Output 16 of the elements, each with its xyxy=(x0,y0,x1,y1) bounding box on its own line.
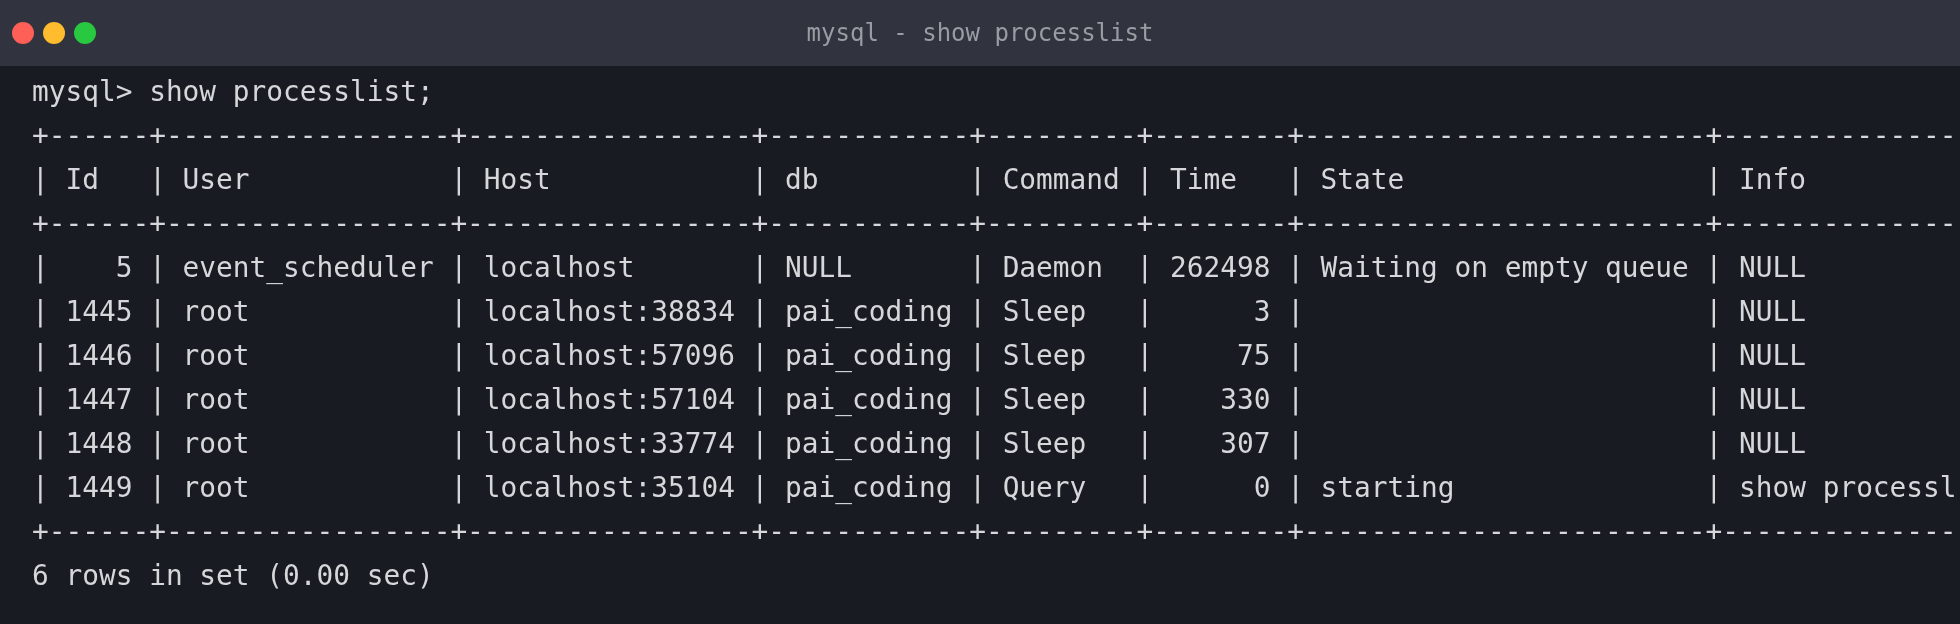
minimize-button[interactable] xyxy=(43,22,65,44)
maximize-button[interactable] xyxy=(74,22,96,44)
terminal-line: | Id | User | Host | db | Command | Time | State | Info xyxy=(32,162,1806,198)
terminal-line: | 5 | event_scheduler | localhost | NULL | Daemon | 262498 | Waiting on empty queue | NULL xyxy=(32,250,1806,286)
terminal-line: +------+-----------------+-----------------+------------+---------+--------+------------------------+-------------- xyxy=(32,514,1957,550)
terminal-line: | 1446 | root | localhost:57096 | pai_coding | Sleep | 75 | | NULL xyxy=(32,338,1806,374)
terminal-line: 6 rows in set (0.00 sec) xyxy=(32,558,434,594)
terminal-line: | 1448 | root | localhost:33774 | pai_coding | Sleep | 307 | | NULL xyxy=(32,426,1806,462)
terminal-line: mysql> show processlist; xyxy=(32,74,434,110)
terminal-line: | 1449 | root | localhost:35104 | pai_coding | Query | 0 | starting | show processl xyxy=(32,470,1957,506)
terminal-line: +------+-----------------+-----------------+------------+---------+--------+------------------------+-------------- xyxy=(32,206,1957,242)
terminal-line: | 1445 | root | localhost:38834 | pai_coding | Sleep | 3 | | NULL xyxy=(32,294,1806,330)
close-button[interactable] xyxy=(12,22,34,44)
terminal-line: | 1447 | root | localhost:57104 | pai_coding | Sleep | 330 | | NULL xyxy=(32,382,1806,418)
terminal-line: +------+-----------------+-----------------+------------+---------+--------+------------------------+-------------- xyxy=(32,118,1957,154)
window-title: mysql - show processlist xyxy=(806,19,1154,47)
